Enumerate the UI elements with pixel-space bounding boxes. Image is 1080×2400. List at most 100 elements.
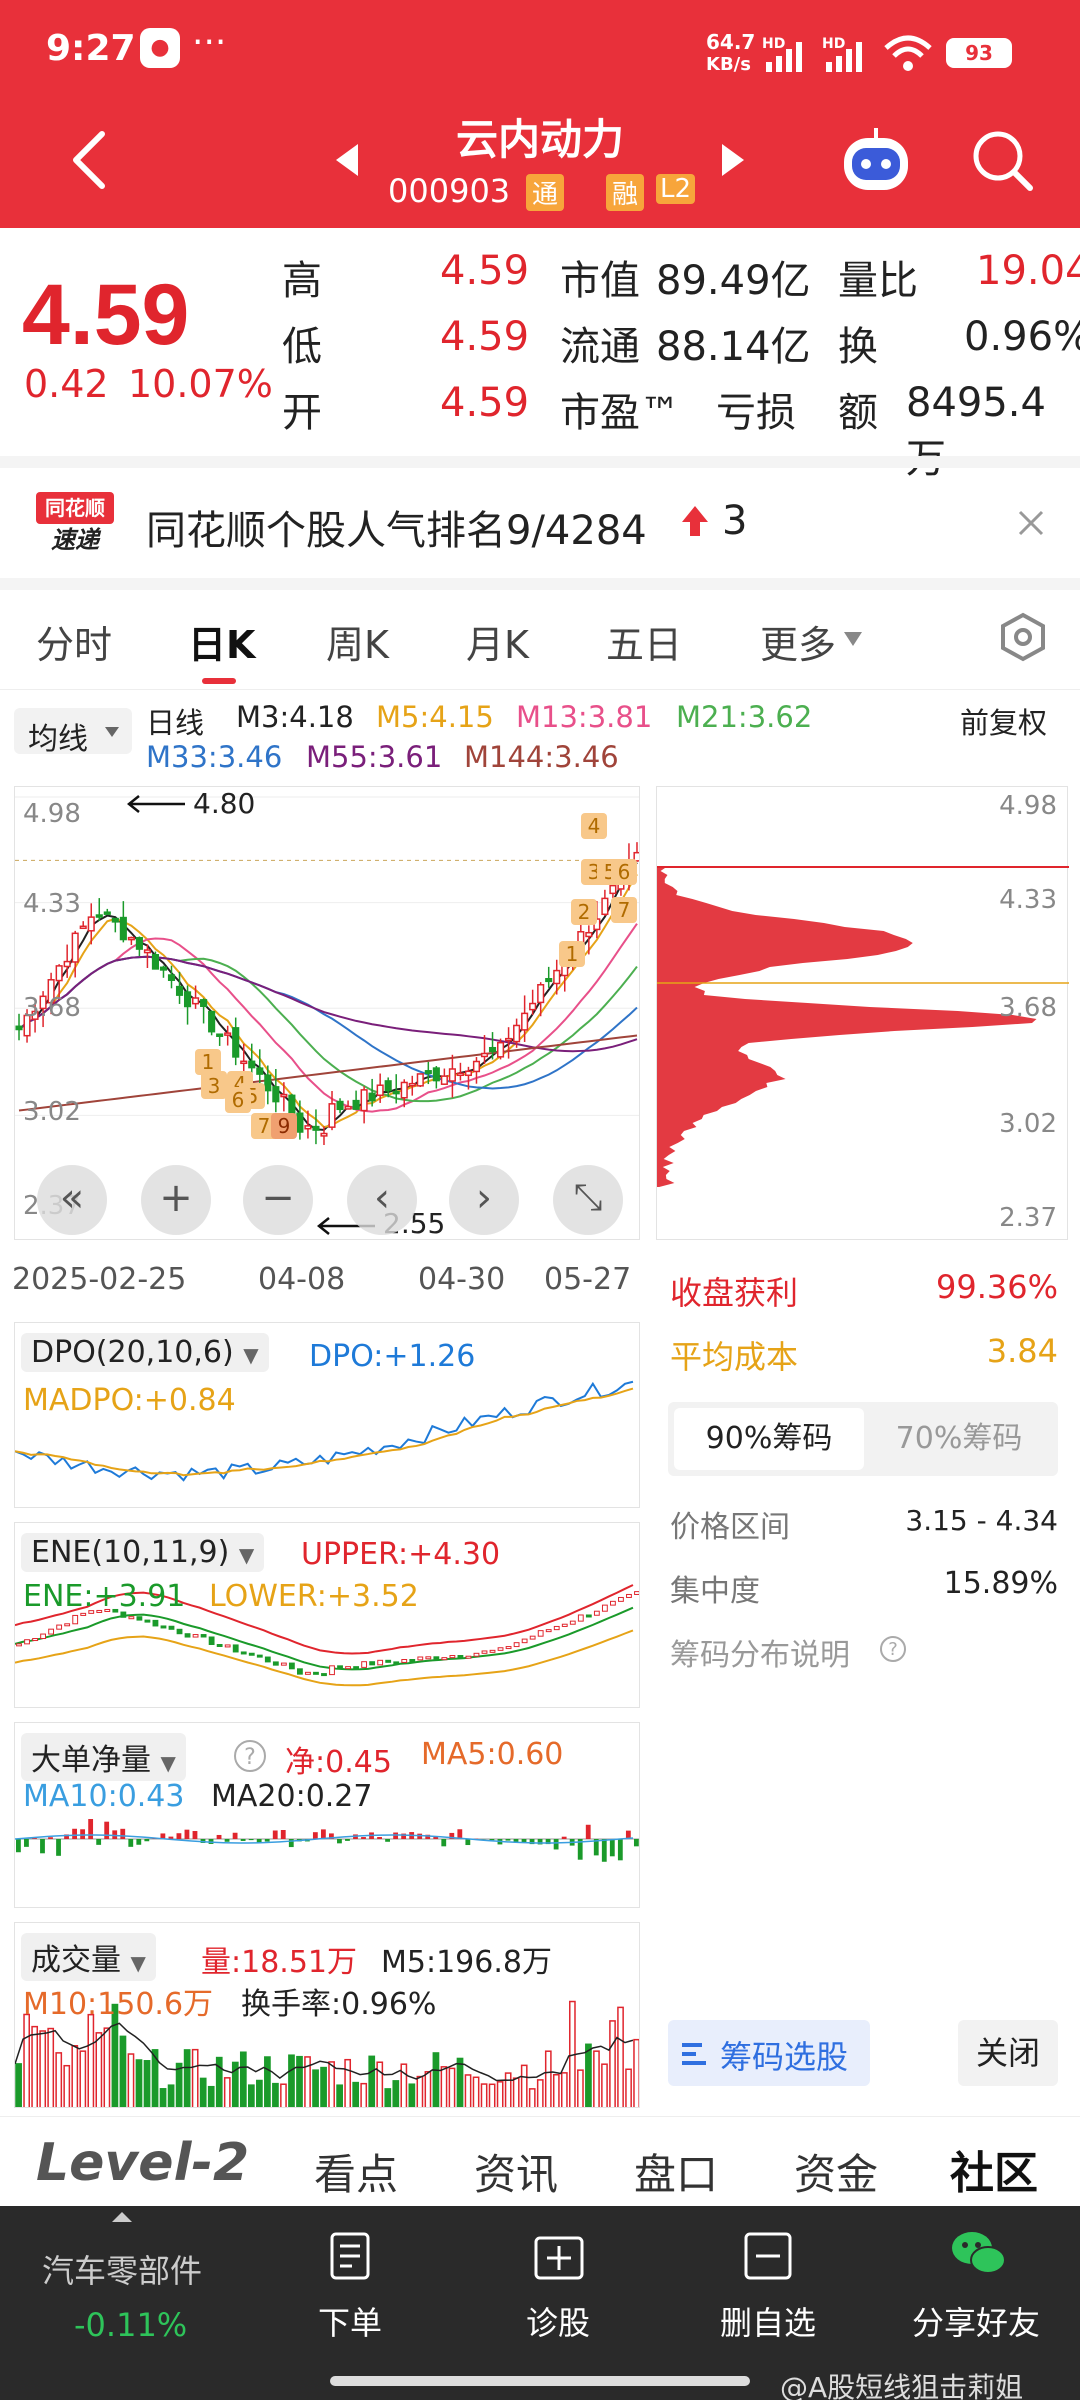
chip-explain-link[interactable]: 筹码分布说明 xyxy=(670,1630,850,1674)
rise-arrow-icon xyxy=(682,506,708,536)
x-date-end: 05-27 xyxy=(544,1262,632,1297)
tab-daily-k[interactable]: 日K xyxy=(188,614,255,669)
big-order-bar xyxy=(216,1834,222,1839)
sector-name[interactable]: 汽车零部件 xyxy=(42,2246,202,2292)
prev-stock-icon[interactable] xyxy=(334,142,360,178)
ma-line xyxy=(18,873,638,1129)
share-friends-button[interactable]: 分享好友 xyxy=(912,2298,1040,2344)
tab-orderbook[interactable]: 盘口 xyxy=(634,2141,718,2202)
chip-close-button[interactable]: 关闭 xyxy=(958,2020,1058,2086)
volume-indicator[interactable]: 成交量 ▼ 量:18.51万 M5:196.8万 M10:150.6万 换手率:… xyxy=(14,1922,640,2108)
volume-bar xyxy=(264,2056,271,2107)
ene-candle xyxy=(240,1651,247,1655)
remove-watchlist-button[interactable]: 删自选 xyxy=(720,2298,816,2344)
watermark: @A股短线狙击莉姐 xyxy=(780,2371,1024,2400)
diagnose-icon[interactable] xyxy=(532,2230,586,2282)
big-order-bar xyxy=(240,1839,246,1841)
tab-monthly-k[interactable]: 月K xyxy=(466,614,529,669)
event-marker[interactable]: 3 xyxy=(201,1073,227,1099)
chip-y-tick-4-33: 4.33 xyxy=(999,885,1057,915)
wechat-icon[interactable] xyxy=(948,2226,1008,2282)
home-indicator[interactable] xyxy=(330,2376,750,2386)
back-arrow-icon[interactable] xyxy=(66,128,110,192)
tab-community[interactable]: 社区 xyxy=(950,2137,1038,2201)
adjust-mode[interactable]: 前复权 xyxy=(960,700,1047,742)
kline-chart[interactable]: 4.98 4.33 3.68 3.02 2.37 4.80 2.55 1 2 3… xyxy=(14,786,640,1240)
chip-select-button[interactable]: 筹码选股 xyxy=(668,2020,870,2086)
close-icon[interactable] xyxy=(1016,508,1046,538)
zoom-out-button[interactable]: − xyxy=(243,1165,313,1235)
big-order-bar xyxy=(72,1828,77,1839)
dpo-indicator[interactable]: DPO(20,10,6) ▼ DPO:+1.26 MADPO:+0.84 xyxy=(14,1322,640,1508)
tab-timeshare[interactable]: 分时 xyxy=(36,614,112,669)
ma-selector[interactable]: 均线 xyxy=(14,708,132,757)
chip-area xyxy=(657,867,1037,1187)
volume-bar xyxy=(167,2084,175,2107)
candle-body xyxy=(119,916,127,941)
big-order-bar xyxy=(264,1839,270,1842)
big-order-bar xyxy=(465,1839,471,1846)
search-icon[interactable] xyxy=(970,128,1036,194)
big-order-indicator[interactable]: 大单净量 ▼ ? 净:0.45 MA5:0.60 MA10:0.43 MA20:… xyxy=(14,1722,640,1908)
dpo-selector[interactable]: DPO(20,10,6) ▼ xyxy=(21,1333,269,1372)
big-order-bar xyxy=(337,1839,342,1844)
ene-candle xyxy=(16,1643,22,1647)
volume-bar xyxy=(601,2063,608,2107)
ene-candle xyxy=(393,1661,400,1665)
remove-watchlist-icon[interactable] xyxy=(742,2230,794,2282)
scroll-right-button[interactable]: › xyxy=(449,1165,519,1235)
fullscreen-button[interactable]: ⤡ xyxy=(553,1165,623,1235)
big-order-bar xyxy=(561,1836,567,1839)
event-marker[interactable]: 6 xyxy=(611,859,637,885)
chevron-down-icon: ▼ xyxy=(238,1543,255,1567)
tab-90-chips[interactable]: 90%筹码 xyxy=(674,1408,864,1470)
scroll-left-button[interactable]: ‹ xyxy=(347,1165,417,1235)
volume-selector[interactable]: 成交量 ▼ xyxy=(21,1933,156,1981)
tab-highlights[interactable]: 看点 xyxy=(314,2141,398,2202)
volume-bar xyxy=(328,2061,335,2107)
candle-body xyxy=(248,1060,256,1069)
popularity-ranking-bar[interactable]: 同花顺 速递 同花顺个股人气排名9/4284 3 xyxy=(0,468,1080,578)
chip-distribution-chart[interactable]: 4.98 4.33 3.68 3.02 2.37 xyxy=(656,786,1069,1240)
scroll-start-button[interactable]: « xyxy=(37,1165,107,1235)
tab-level2[interactable]: Level-2 xyxy=(36,2133,249,2193)
big-order-bar xyxy=(248,1839,254,1841)
volume-bar xyxy=(47,2027,55,2107)
ene-indicator[interactable]: ENE(10,11,9) ▼ UPPER:+4.30 ENE:+3.91 LOW… xyxy=(14,1522,640,1708)
event-marker[interactable]: 6 xyxy=(225,1087,251,1113)
next-stock-icon[interactable] xyxy=(720,142,746,178)
candle-body xyxy=(183,991,192,1008)
tab-70-chips[interactable]: 70%筹码 xyxy=(864,1408,1054,1470)
order-icon[interactable] xyxy=(326,2230,374,2282)
diagnose-button[interactable]: 诊股 xyxy=(526,2298,590,2344)
big-order-bar xyxy=(585,1824,591,1839)
settings-hexagon-icon[interactable] xyxy=(998,612,1048,662)
order-button[interactable]: 下单 xyxy=(318,2298,382,2344)
event-marker[interactable]: 2 xyxy=(571,899,597,925)
ene-candle xyxy=(329,1665,335,1676)
status-bar: 9:27 ● ··· 64.7 KB/s HD HD 93 xyxy=(0,0,1080,100)
robot-assistant-icon[interactable] xyxy=(838,124,914,196)
event-marker[interactable]: 4 xyxy=(581,813,607,839)
tab-five-day[interactable]: 五日 xyxy=(606,614,682,669)
tab-weekly-k[interactable]: 周K xyxy=(326,614,389,669)
ene-candle xyxy=(521,1638,528,1644)
big-order-bar xyxy=(120,1828,126,1839)
volume-m10: M10:150.6万 xyxy=(23,1987,214,2022)
event-marker[interactable]: 7 xyxy=(611,897,637,923)
caret-up-icon xyxy=(112,2212,132,2222)
help-icon[interactable]: ? xyxy=(231,1737,269,1775)
open-label: 开 xyxy=(282,390,322,436)
event-marker[interactable]: 1 xyxy=(559,941,585,967)
ene-selector[interactable]: ENE(10,11,9) ▼ xyxy=(21,1533,265,1572)
big-order-selector[interactable]: 大单净量 ▼ xyxy=(21,1733,186,1781)
ene-candle xyxy=(601,1604,608,1612)
tab-funds[interactable]: 资金 xyxy=(794,2141,878,2202)
tab-more[interactable]: 更多 xyxy=(760,614,836,669)
event-marker[interactable]: 9 xyxy=(271,1113,297,1139)
ene-candle xyxy=(441,1657,448,1661)
zoom-in-button[interactable]: + xyxy=(141,1165,211,1235)
question-icon[interactable]: ? xyxy=(878,1634,908,1664)
tab-news[interactable]: 资讯 xyxy=(474,2141,558,2202)
chip-y-tick-3-68: 3.68 xyxy=(999,993,1057,1023)
